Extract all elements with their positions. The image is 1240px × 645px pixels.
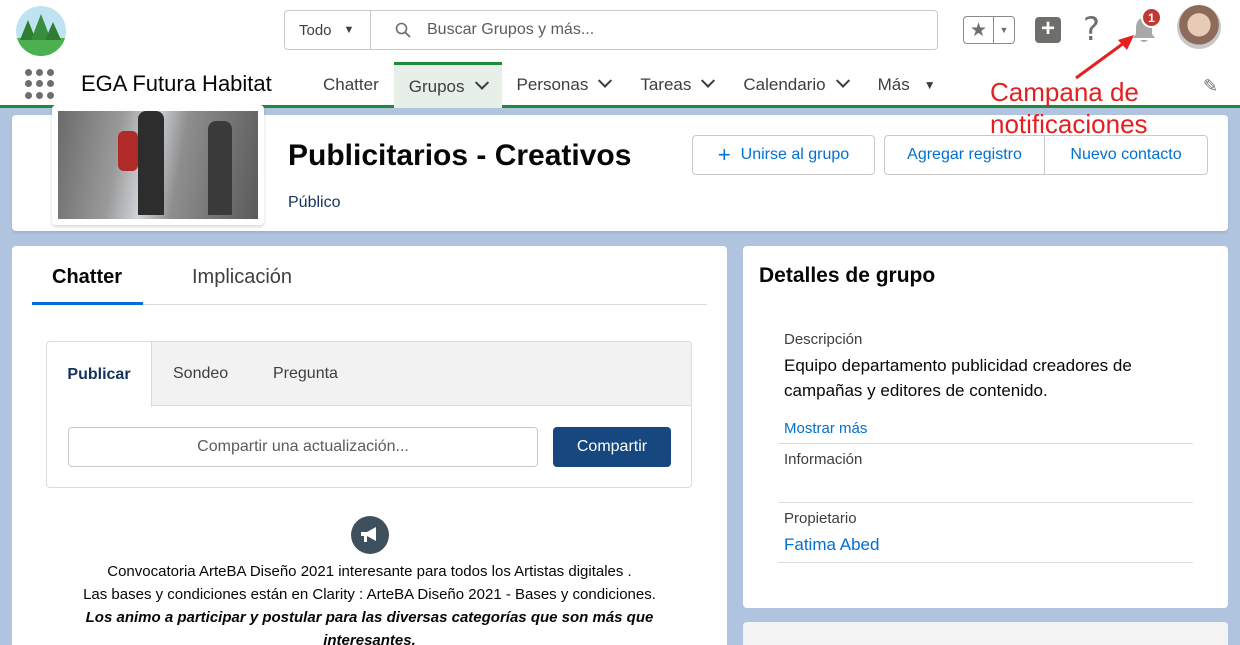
group-photo[interactable] bbox=[52, 105, 264, 225]
divider bbox=[778, 443, 1193, 444]
edit-nav-pencil-icon[interactable]: ✎ bbox=[1203, 76, 1218, 97]
app-name: EGA Futura Habitat bbox=[81, 71, 272, 96]
tab-chatter[interactable]: Chatter bbox=[52, 266, 122, 289]
nav-item-label: Chatter bbox=[323, 75, 379, 94]
global-header: Todo ▼ ★ ▼ + ? 1 bbox=[0, 0, 1240, 62]
tab-publicar[interactable]: Publicar bbox=[47, 342, 152, 407]
nav-item-label: Grupos bbox=[408, 76, 465, 96]
annotation-label: Campana de notificaciones bbox=[990, 76, 1148, 140]
owner-label: Propietario bbox=[784, 510, 857, 527]
publisher-tabs: Publicar Sondeo Pregunta bbox=[47, 342, 691, 407]
nav-item-tareas[interactable]: Tareas bbox=[625, 62, 728, 108]
group-action-buttons: Agregar registro Nuevo contacto bbox=[884, 135, 1208, 175]
owner-link[interactable]: Fatima Abed bbox=[784, 535, 879, 555]
chevron-down-icon[interactable] bbox=[474, 75, 489, 90]
nav-item-label: Más bbox=[877, 75, 910, 94]
notification-badge: 1 bbox=[1141, 7, 1162, 28]
share-button[interactable]: Compartir bbox=[553, 427, 671, 467]
publisher: Publicar Sondeo Pregunta Compartir una a… bbox=[46, 341, 692, 488]
chevron-down-icon[interactable] bbox=[835, 73, 850, 88]
add-record-button[interactable]: Agregar registro bbox=[885, 136, 1045, 174]
description-line: Equipo departamento publicidad creadores… bbox=[784, 356, 1132, 375]
tab-pregunta[interactable]: Pregunta bbox=[273, 342, 338, 406]
details-title: Detalles de grupo bbox=[759, 264, 936, 287]
search-icon bbox=[395, 22, 411, 38]
description-label: Descripción bbox=[784, 331, 863, 348]
tab-sondeo[interactable]: Sondeo bbox=[173, 342, 228, 406]
favorites-dropdown-icon[interactable]: ▼ bbox=[994, 17, 1014, 43]
search-scope-dropdown[interactable]: Todo ▼ bbox=[285, 11, 371, 49]
annotation-line2: notificaciones bbox=[990, 109, 1148, 139]
search-scope-label: Todo bbox=[299, 21, 332, 39]
nav-item-calendario[interactable]: Calendario bbox=[728, 62, 862, 108]
divider bbox=[778, 562, 1193, 563]
chevron-down-icon[interactable] bbox=[701, 73, 716, 88]
feed-tabs: Chatter Implicación bbox=[32, 246, 707, 305]
feed-post: Convocatoria ArteBA Diseño 2021 interesa… bbox=[32, 516, 707, 645]
search-box[interactable] bbox=[371, 11, 937, 49]
feed-card: Chatter Implicación Publicar Sondeo Preg… bbox=[12, 246, 727, 645]
nav-item-personas[interactable]: Personas bbox=[502, 62, 626, 108]
plus-icon: + bbox=[1040, 15, 1055, 42]
plus-icon: + bbox=[717, 142, 731, 167]
annotation-line1: Campana de bbox=[990, 77, 1139, 107]
star-icon[interactable]: ★ bbox=[964, 17, 994, 43]
chevron-down-icon[interactable] bbox=[598, 73, 613, 88]
user-avatar[interactable] bbox=[1177, 5, 1221, 49]
caret-down-icon: ▼ bbox=[923, 78, 936, 92]
nav-item-chatter[interactable]: Chatter bbox=[308, 62, 394, 108]
description-line: campañas y editores de contenido. bbox=[784, 381, 1048, 400]
nav-item-mas[interactable]: Más ▼ bbox=[863, 62, 951, 108]
group-details-card: Detalles de grupo Descripción Equipo dep… bbox=[743, 246, 1228, 608]
favorites-button[interactable]: ★ ▼ bbox=[963, 16, 1015, 44]
global-actions-button[interactable]: + bbox=[1035, 17, 1061, 43]
tab-implicacion[interactable]: Implicación bbox=[192, 266, 292, 289]
nav-item-grupos[interactable]: Grupos bbox=[393, 62, 502, 108]
group-visibility: Público bbox=[288, 194, 341, 211]
show-more-link[interactable]: Mostrar más bbox=[784, 420, 867, 437]
search-input[interactable] bbox=[427, 21, 877, 39]
join-group-button[interactable]: + Unirse al grupo bbox=[692, 135, 875, 175]
nav-item-label: Tareas bbox=[640, 75, 692, 94]
divider bbox=[778, 502, 1193, 503]
post-text-line: Las bases y condiciones están en Clarity… bbox=[83, 586, 656, 603]
nav-item-label: Personas bbox=[516, 75, 589, 94]
nav-tabs: Chatter Grupos Personas Tareas Calendari… bbox=[308, 62, 951, 108]
new-contact-button[interactable]: Nuevo contacto bbox=[1045, 136, 1207, 174]
group-title: Publicitarios - Creativos bbox=[288, 139, 632, 172]
announcement-megaphone-icon bbox=[350, 516, 389, 554]
secondary-card bbox=[743, 622, 1228, 645]
share-update-input[interactable]: Compartir una actualización... bbox=[68, 427, 538, 467]
global-search: Todo ▼ bbox=[284, 10, 938, 50]
app-logo[interactable] bbox=[16, 6, 66, 56]
post-text-line: Convocatoria ArteBA Diseño 2021 interesa… bbox=[107, 563, 632, 580]
info-label: Información bbox=[784, 451, 863, 468]
caret-down-icon: ▼ bbox=[343, 24, 355, 36]
nav-item-label: Calendario bbox=[743, 75, 826, 94]
active-tab-indicator bbox=[32, 302, 143, 305]
post-text-line: interesantes. bbox=[323, 632, 416, 645]
join-group-label: Unirse al grupo bbox=[740, 146, 850, 163]
app-launcher-icon[interactable] bbox=[25, 69, 55, 99]
post-text-line: Los animo a participar y postular para l… bbox=[85, 609, 654, 626]
